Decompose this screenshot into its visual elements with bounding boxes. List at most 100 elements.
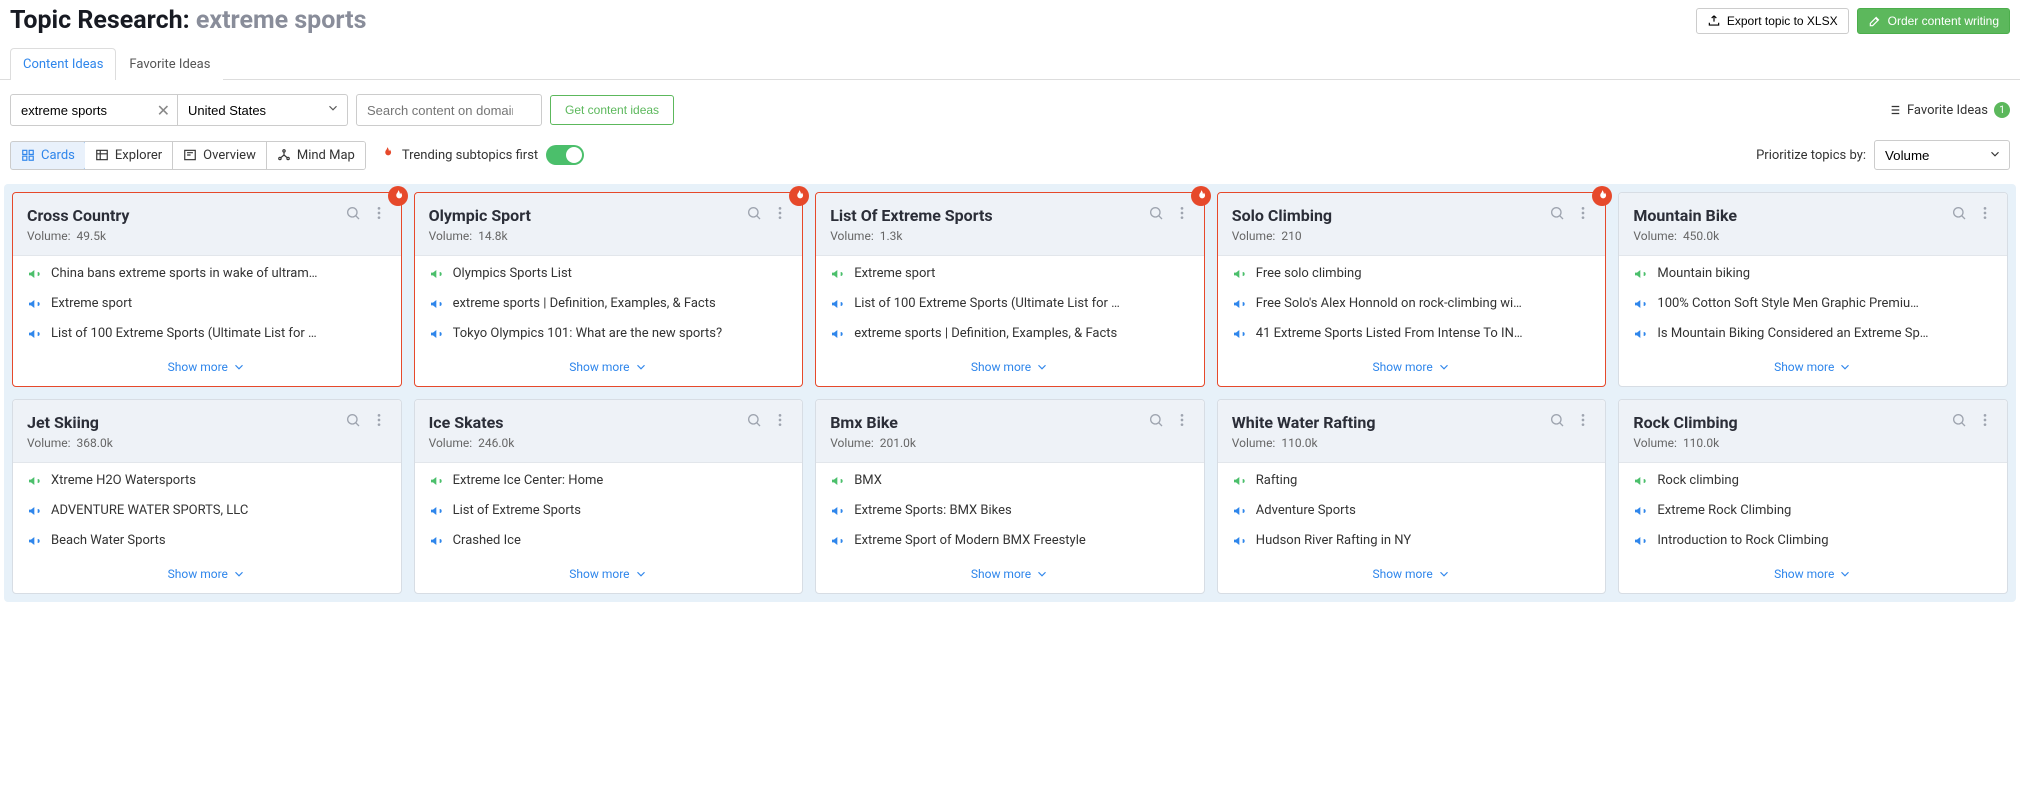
keyword-input[interactable] [10, 94, 178, 126]
link-icon [830, 533, 846, 553]
card-item[interactable]: Crashed Ice [429, 533, 789, 553]
favorite-ideas-link[interactable]: Favorite Ideas 1 [1887, 102, 2010, 118]
tab-content-ideas[interactable]: Content Ideas [10, 48, 116, 80]
card-header[interactable]: Ice SkatesVolume:246.0k [415, 400, 803, 463]
card-item[interactable]: BMX [830, 473, 1190, 493]
show-more-link[interactable]: Show more [816, 559, 1204, 593]
card-item[interactable]: Tokyo Olympics 101: What are the new spo… [429, 326, 789, 346]
view-explorer[interactable]: Explorer [85, 142, 173, 169]
card-header[interactable]: Mountain BikeVolume:450.0k [1619, 193, 2007, 256]
card-header[interactable]: Cross CountryVolume:49.5k [13, 193, 401, 256]
card-header[interactable]: Solo ClimbingVolume:210 [1218, 193, 1606, 256]
view-label: Explorer [115, 148, 162, 163]
card-item[interactable]: Rock climbing [1633, 473, 1993, 493]
card-header[interactable]: Rock ClimbingVolume:110.0k [1619, 400, 2007, 463]
card-item-text: Free solo climbing [1256, 266, 1362, 281]
show-more-link[interactable]: Show more [13, 352, 401, 386]
view-overview[interactable]: Overview [173, 142, 267, 169]
card-item[interactable]: List of 100 Extreme Sports (Ultimate Lis… [830, 296, 1190, 316]
megaphone-icon [1633, 266, 1649, 286]
volume-label: Volume: [27, 229, 71, 243]
card-item[interactable]: List of Extreme Sports [429, 503, 789, 523]
mindmap-icon [277, 148, 291, 162]
card-item[interactable]: Free Solo's Alex Honnold on rock-climbin… [1232, 296, 1592, 316]
domain-input[interactable] [356, 94, 542, 126]
trending-toggle[interactable] [546, 145, 584, 165]
show-more-link[interactable]: Show more [1218, 559, 1606, 593]
card-item[interactable]: 100% Cotton Soft Style Men Graphic Premi… [1633, 296, 1993, 316]
card-header[interactable]: Olympic SportVolume:14.8k [415, 193, 803, 256]
card-menu-icon[interactable] [1174, 205, 1190, 225]
card-item[interactable]: Extreme Rock Climbing [1633, 503, 1993, 523]
prioritize-select[interactable] [1874, 140, 2010, 170]
card-item[interactable]: Mountain biking [1633, 266, 1993, 286]
tab-favorite-ideas[interactable]: Favorite Ideas [116, 48, 223, 80]
view-cards[interactable]: Cards [10, 141, 86, 170]
card-search-icon[interactable] [1148, 205, 1164, 225]
card-item[interactable]: Extreme sport [27, 296, 387, 316]
card-item[interactable]: ADVENTURE WATER SPORTS, LLC [27, 503, 387, 523]
topic-card: List Of Extreme SportsVolume:1.3k Extreme… [815, 192, 1205, 387]
clear-keyword-icon[interactable]: ✕ [157, 101, 170, 120]
show-more-link[interactable]: Show more [816, 352, 1204, 386]
show-more-link[interactable]: Show more [13, 559, 401, 593]
show-more-link[interactable]: Show more [415, 559, 803, 593]
volume-value: 210 [1281, 229, 1301, 243]
card-item[interactable]: Xtreme H2O Watersports [27, 473, 387, 493]
card-header[interactable]: Bmx BikeVolume:201.0k [816, 400, 1204, 463]
card-item[interactable]: extreme sports | Definition, Examples, &… [830, 326, 1190, 346]
card-header[interactable]: List Of Extreme SportsVolume:1.3k [816, 193, 1204, 256]
card-header[interactable]: Jet SkiingVolume:368.0k [13, 400, 401, 463]
card-item[interactable]: List of 100 Extreme Sports (Ultimate Lis… [27, 326, 387, 346]
card-search-icon[interactable] [1549, 412, 1565, 432]
get-content-ideas-button[interactable]: Get content ideas [550, 95, 674, 125]
card-item[interactable]: Extreme Sport of Modern BMX Freestyle [830, 533, 1190, 553]
card-search-icon[interactable] [345, 205, 361, 225]
country-select[interactable] [178, 94, 348, 126]
card-menu-icon[interactable] [1174, 412, 1190, 432]
card-item[interactable]: Free solo climbing [1232, 266, 1592, 286]
card-item[interactable]: China bans extreme sports in wake of ult… [27, 266, 387, 286]
card-menu-icon[interactable] [1977, 205, 1993, 225]
card-menu-icon[interactable] [1977, 412, 1993, 432]
show-more-link[interactable]: Show more [1218, 352, 1606, 386]
card-menu-icon[interactable] [1575, 412, 1591, 432]
view-mindmap[interactable]: Mind Map [267, 142, 365, 169]
card-header[interactable]: White Water RaftingVolume:110.0k [1218, 400, 1606, 463]
order-content-button[interactable]: Order content writing [1857, 8, 2010, 34]
card-item[interactable]: Is Mountain Biking Considered an Extreme… [1633, 326, 1993, 346]
card-item[interactable]: Hudson River Rafting in NY [1232, 533, 1592, 553]
card-menu-icon[interactable] [772, 412, 788, 432]
card-item[interactable]: Extreme Sports: BMX Bikes [830, 503, 1190, 523]
card-item[interactable]: extreme sports | Definition, Examples, &… [429, 296, 789, 316]
card-search-icon[interactable] [1549, 205, 1565, 225]
card-search-icon[interactable] [1951, 205, 1967, 225]
card-item[interactable]: 41 Extreme Sports Listed From Intense To… [1232, 326, 1592, 346]
export-button[interactable]: Export topic to XLSX [1696, 8, 1849, 34]
card-search-icon[interactable] [345, 412, 361, 432]
megaphone-icon [830, 266, 846, 286]
card-body: Rafting Adventure Sports Hudson River Raft… [1218, 463, 1606, 559]
card-search-icon[interactable] [746, 205, 762, 225]
show-more-link[interactable]: Show more [1619, 559, 2007, 593]
card-menu-icon[interactable] [371, 412, 387, 432]
view-switcher: Cards Explorer Overview Mind Map [10, 141, 366, 170]
card-item[interactable]: Rafting [1232, 473, 1592, 493]
card-item[interactable]: Adventure Sports [1232, 503, 1592, 523]
card-item[interactable]: Beach Water Sports [27, 533, 387, 553]
card-search-icon[interactable] [1951, 412, 1967, 432]
topic-card: Olympic SportVolume:14.8k Olympics Sports… [414, 192, 804, 387]
card-item[interactable]: Extreme sport [830, 266, 1190, 286]
show-more-link[interactable]: Show more [415, 352, 803, 386]
card-item[interactable]: Introduction to Rock Climbing [1633, 533, 1993, 553]
card-item[interactable]: Olympics Sports List [429, 266, 789, 286]
card-menu-icon[interactable] [371, 205, 387, 225]
megaphone-icon [830, 473, 846, 493]
card-search-icon[interactable] [746, 412, 762, 432]
card-search-icon[interactable] [1148, 412, 1164, 432]
card-menu-icon[interactable] [772, 205, 788, 225]
link-icon [1633, 296, 1649, 316]
card-menu-icon[interactable] [1575, 205, 1591, 225]
show-more-link[interactable]: Show more [1619, 352, 2007, 386]
card-item[interactable]: Extreme Ice Center: Home [429, 473, 789, 493]
